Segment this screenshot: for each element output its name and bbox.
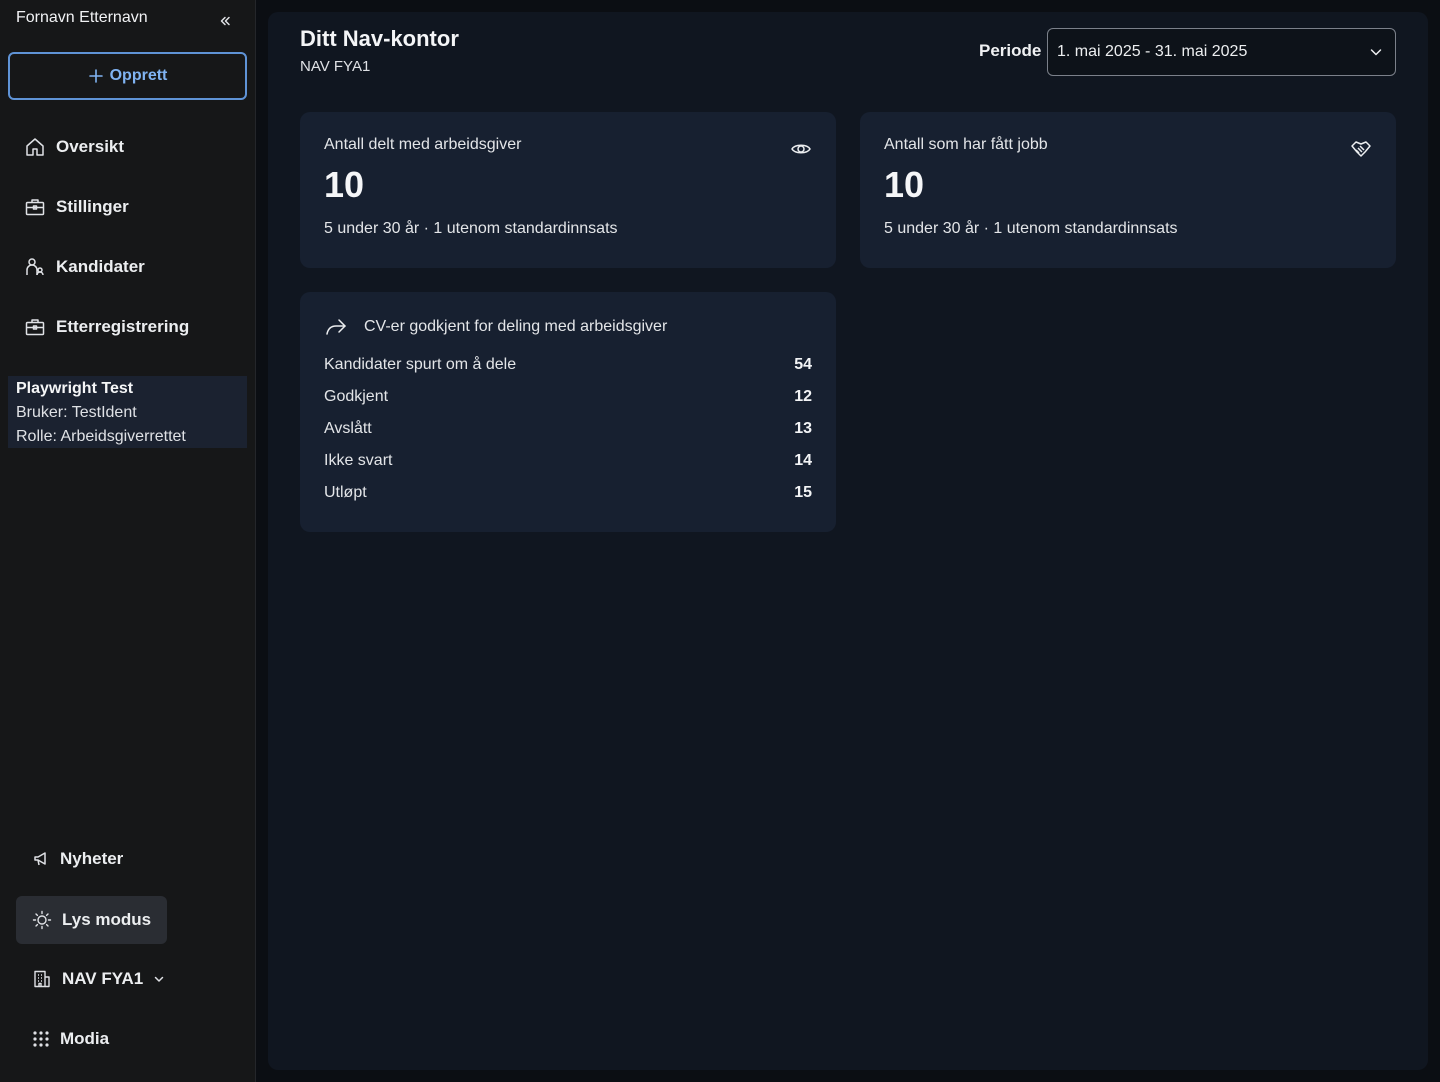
building-icon	[34, 970, 50, 988]
row-label: Godkjent	[324, 388, 389, 405]
sidebar-item-label: Oversikt	[56, 137, 125, 156]
home-icon	[26, 138, 44, 156]
sidebar-item-oversikt[interactable]: Oversikt	[16, 125, 247, 169]
user-info-box: Playwright Test Bruker: TestIdent Rolle:…	[8, 376, 247, 448]
news-button[interactable]: Nyheter	[16, 835, 139, 883]
page-title: Ditt Nav-kontor	[300, 26, 459, 51]
card-label: Antall som har fått jobb	[884, 136, 1048, 153]
sidebar-item-kandidater[interactable]: Kandidater	[16, 245, 247, 289]
period-label: Periode	[979, 41, 1042, 60]
cv-card-header: CV-er godkjent for deling med arbeidsgiv…	[324, 316, 667, 338]
list-item: Avslått 13	[324, 420, 812, 438]
handshake-icon	[1351, 141, 1371, 157]
briefcase-icon	[25, 199, 45, 216]
briefcase-icon	[25, 319, 45, 336]
period-value: 1. mai 2025 - 31. mai 2025	[1057, 43, 1248, 60]
theme-toggle-button[interactable]: Lys modus	[16, 896, 168, 944]
info-role: Rolle: Arbeidsgiverrettet	[16, 428, 186, 445]
row-label: Utløpt	[324, 484, 367, 501]
eye-icon	[791, 144, 811, 154]
sidebar-item-stillinger[interactable]: Stillinger	[16, 185, 247, 229]
row-value: 12	[794, 388, 812, 405]
main-panel: Ditt Nav-kontor NAV FYA1 Periode 1. mai …	[268, 12, 1428, 1070]
create-button-label: Opprett	[109, 67, 168, 84]
sidebar: Fornavn Etternavn Opprett Oversikt Still…	[0, 0, 256, 1082]
user-name: Fornavn Etternavn	[16, 9, 148, 26]
list-item: Kandidater spurt om å dele 54	[324, 356, 812, 374]
card-got-job: Antall som har fått jobb 10 5 under 30 å…	[860, 112, 1396, 268]
page-subtitle: NAV FYA1	[300, 58, 371, 75]
theme-label: Lys modus	[62, 910, 152, 929]
person-icon	[26, 258, 44, 276]
news-label: Nyheter	[60, 849, 124, 868]
card-value: 10	[324, 164, 365, 205]
row-label: Avslått	[324, 420, 372, 437]
sidebar-item-label: Etterregistrering	[56, 317, 190, 336]
list-item: Utløpt 15	[324, 484, 812, 502]
card-cv-approved: CV-er godkjent for deling med arbeidsgiv…	[300, 292, 836, 532]
row-value: 13	[794, 420, 812, 437]
row-value: 15	[794, 484, 812, 501]
chevron-down-icon	[155, 976, 164, 982]
info-user: Bruker: TestIdent	[16, 404, 137, 421]
sidebar-item-label: Stillinger	[56, 197, 129, 216]
megaphone-icon	[34, 852, 46, 866]
cv-card-title: CV-er godkjent for deling med arbeidsgiv…	[364, 318, 668, 335]
card-subtext: 5 under 30 år · 1 utenom standardinnsats	[324, 220, 618, 237]
sidebar-item-label: Kandidater	[56, 257, 145, 276]
sidebar-item-etterregistrering[interactable]: Etterregistrering	[16, 305, 247, 349]
card-value: 10	[884, 164, 925, 205]
chevrons-left-icon	[220, 16, 230, 26]
grid-menu-icon	[33, 1031, 49, 1047]
card-subtext: 5 under 30 år · 1 utenom standardinnsats	[884, 220, 1178, 237]
card-label: Antall delt med arbeidsgiver	[324, 136, 522, 153]
list-item: Ikke svart 14	[324, 452, 812, 470]
create-button[interactable]: Opprett	[8, 52, 247, 100]
modia-button[interactable]: Modia	[16, 1015, 125, 1063]
period-select[interactable]: 1. mai 2025 - 31. mai 2025	[1047, 28, 1396, 76]
modia-label: Modia	[60, 1029, 110, 1048]
office-select-button[interactable]: NAV FYA1	[16, 955, 181, 1003]
row-label: Ikke svart	[324, 452, 393, 469]
info-title: Playwright Test	[16, 380, 134, 397]
row-value: 14	[794, 452, 812, 469]
row-label: Kandidater spurt om å dele	[324, 356, 517, 373]
row-value: 54	[794, 356, 812, 373]
card-shared-with-employer: Antall delt med arbeidsgiver 10 5 under …	[300, 112, 836, 268]
list-item: Godkjent 12	[324, 388, 812, 406]
plus-icon	[88, 69, 103, 83]
office-label: NAV FYA1	[62, 969, 144, 988]
share-arrow-icon	[326, 319, 346, 335]
collapse-sidebar-button[interactable]	[214, 10, 236, 32]
chevron-down-icon	[1370, 49, 1382, 56]
sun-icon	[32, 910, 52, 930]
